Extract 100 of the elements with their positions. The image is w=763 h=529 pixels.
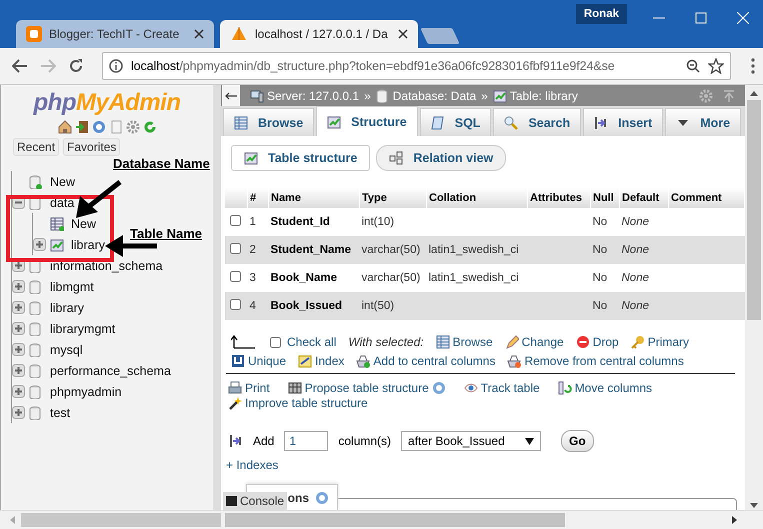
subtab-button[interactable]: Relation view <box>376 145 506 172</box>
tool-link[interactable]: Track table <box>480 381 540 396</box>
column-header[interactable]: Collation <box>426 188 528 208</box>
magic-wand-icon[interactable] <box>228 396 242 410</box>
row-checkbox[interactable] <box>230 271 241 282</box>
check-all-link[interactable]: Check all <box>287 335 336 350</box>
no-entry-icon[interactable] <box>576 335 590 350</box>
tree-item[interactable]: test <box>50 406 70 420</box>
tool-link[interactable]: Improve table structure <box>245 396 368 410</box>
database-icon[interactable] <box>29 322 43 336</box>
column-header[interactable]: Default <box>620 188 668 208</box>
move-columns-icon[interactable] <box>558 381 572 396</box>
row-checkbox[interactable] <box>230 243 241 254</box>
add-column-icon[interactable] <box>356 354 370 368</box>
expand-icon[interactable] <box>12 385 25 398</box>
browser-tab[interactable]: Blogger: TechIT - Create <box>16 20 214 48</box>
breadcrumb-link[interactable]: Database: Data <box>392 88 476 103</box>
table-structure-icon[interactable] <box>50 238 64 252</box>
unique-icon[interactable] <box>231 354 245 368</box>
grid-icon[interactable] <box>288 381 302 396</box>
new-table-icon[interactable] <box>50 216 64 230</box>
reload-icon[interactable] <box>68 58 84 74</box>
scrollbar[interactable] <box>745 85 763 510</box>
new-database-icon[interactable] <box>29 174 43 188</box>
tree-item[interactable]: library <box>50 300 84 314</box>
tab[interactable]: Insert <box>583 108 664 136</box>
tree-item[interactable]: New <box>50 174 76 188</box>
tree-item[interactable]: New <box>71 216 96 230</box>
zoom-icon[interactable] <box>686 59 700 73</box>
tool-link[interactable]: Print <box>245 381 270 396</box>
check-all-checkbox[interactable] <box>270 336 281 348</box>
expand-icon[interactable] <box>12 301 25 314</box>
action-link[interactable]: Change <box>522 335 564 350</box>
column-count-field[interactable]: 1 <box>284 431 328 452</box>
breadcrumb-link[interactable]: Server: 127.0.0.1 <box>267 88 360 103</box>
action-link[interactable]: Index <box>315 354 344 368</box>
column-header[interactable]: Null <box>590 188 620 208</box>
tool-link[interactable]: Move columns <box>574 381 652 396</box>
remove-column-icon[interactable] <box>507 354 522 368</box>
action-link[interactable]: Primary <box>648 335 690 350</box>
breadcrumb-link[interactable]: Table: library <box>510 88 578 103</box>
sidebar-button[interactable]: Recent <box>13 138 60 156</box>
tree-item[interactable]: mysql <box>50 342 83 356</box>
new-tab-button[interactable] <box>420 28 460 44</box>
key-icon[interactable] <box>630 335 645 350</box>
tree-item[interactable]: performance_schema <box>50 364 171 378</box>
position-dropdown[interactable]: after Book_Issued <box>401 431 542 452</box>
action-link[interactable]: Drop <box>592 335 619 350</box>
indexes-link[interactable]: + Indexes <box>221 452 745 472</box>
action-link[interactable]: Unique <box>248 354 286 368</box>
tree-item[interactable]: data <box>50 196 74 210</box>
exit-icon[interactable] <box>74 120 88 134</box>
expand-icon[interactable] <box>12 322 25 335</box>
scroll-thumb[interactable] <box>21 513 221 527</box>
action-link[interactable]: Browse <box>452 335 493 350</box>
expand-icon[interactable] <box>12 280 25 293</box>
scrollbar[interactable] <box>0 510 763 529</box>
console-button[interactable]: Console <box>223 492 288 510</box>
back-button[interactable] <box>222 85 240 106</box>
gear-icon[interactable] <box>126 120 140 134</box>
tree-item[interactable]: library <box>71 238 106 252</box>
index-icon[interactable] <box>298 354 312 368</box>
menu-icon[interactable] <box>751 58 755 74</box>
tree-item[interactable]: libmgmt <box>50 280 94 294</box>
close-icon[interactable] <box>194 29 204 39</box>
tab[interactable]: More <box>665 108 742 136</box>
go-button[interactable]: Go <box>561 430 594 452</box>
database-icon[interactable] <box>29 280 43 294</box>
help-icon[interactable] <box>432 381 446 396</box>
address-field[interactable]: localhost/phpmyadmin/db_structure.php?token=ebdf91e36a06fc9283016fbf911e9f24&se <box>102 52 731 80</box>
action-link[interactable]: Add to central columns <box>373 354 496 368</box>
tab[interactable]: Search <box>493 108 582 136</box>
table-icon[interactable] <box>436 335 450 350</box>
profile-badge[interactable]: Ronak <box>576 4 627 24</box>
tab[interactable]: Structure <box>316 106 418 136</box>
action-link[interactable]: Remove from central columns <box>524 354 684 368</box>
back-icon[interactable] <box>12 59 28 73</box>
tree-item[interactable]: phpmyadmin <box>50 384 122 398</box>
star-icon[interactable] <box>708 58 724 74</box>
tree-item[interactable]: librarymgmt <box>50 322 116 336</box>
subtab-button[interactable]: Table structure <box>231 145 370 172</box>
database-icon[interactable] <box>29 342 43 356</box>
tool-link[interactable]: Propose table structure <box>304 381 429 396</box>
row-checkbox[interactable] <box>230 215 241 226</box>
pencil-icon[interactable] <box>504 335 519 350</box>
column-header[interactable]: # <box>248 188 268 208</box>
tab[interactable]: SQL <box>420 108 492 136</box>
help-icon[interactable] <box>315 490 329 505</box>
column-header[interactable]: Comment <box>668 188 744 208</box>
database-icon[interactable] <box>29 364 43 378</box>
help-icon[interactable] <box>92 120 106 134</box>
database-icon[interactable] <box>29 406 43 420</box>
expand-icon[interactable] <box>12 343 25 356</box>
expand-icon[interactable] <box>33 238 46 251</box>
database-icon[interactable] <box>29 384 43 398</box>
close-icon[interactable] <box>398 29 408 39</box>
tree-item[interactable]: information_schema <box>50 258 163 272</box>
maximize-icon[interactable] <box>695 12 707 24</box>
column-header[interactable]: Name <box>268 188 360 208</box>
logo[interactable]: phpMyAdmin <box>34 89 180 117</box>
